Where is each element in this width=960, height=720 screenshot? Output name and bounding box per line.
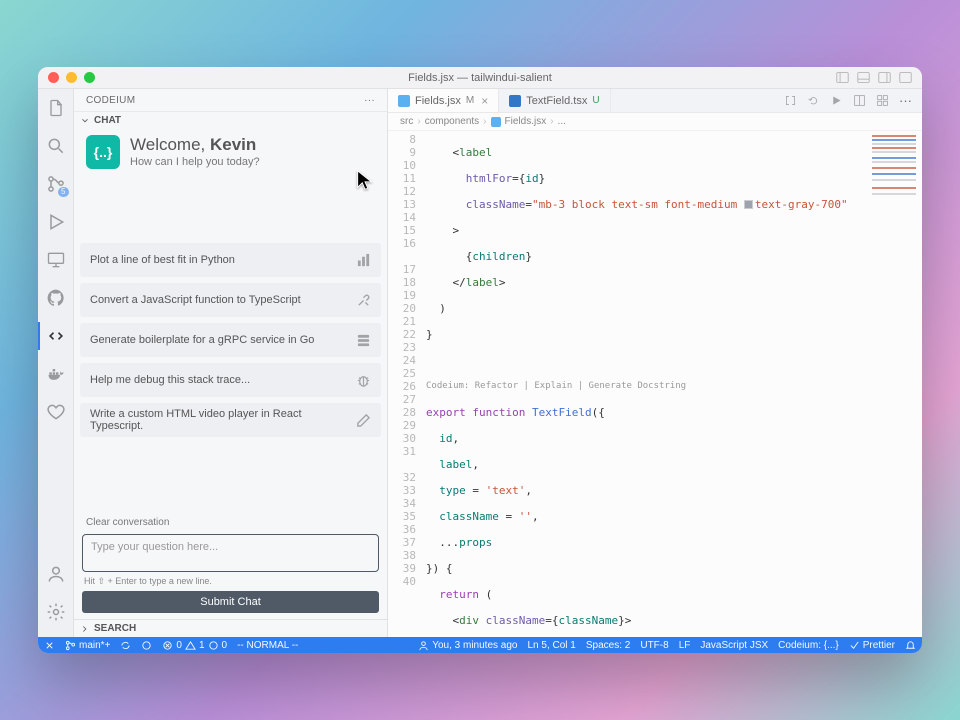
code-editor[interactable]: 8910111213141516 17181920212223242526272… (388, 131, 922, 637)
pencil-icon (356, 413, 371, 428)
panel-left-icon[interactable] (836, 71, 849, 84)
react-file-icon (491, 117, 501, 127)
search-section-label[interactable]: SEARCH (94, 623, 136, 634)
ts-file-icon (509, 95, 521, 107)
clear-conversation-link[interactable]: Clear conversation (74, 517, 387, 534)
window-title: Fields.jsx — tailwindui-salient (38, 72, 922, 84)
chat-input[interactable]: Type your question here... (82, 534, 379, 572)
activity-bar: 5 (38, 89, 74, 637)
vim-mode: -- NORMAL -- (237, 640, 298, 651)
bug-icon (356, 373, 371, 388)
split-editor-icon[interactable] (853, 94, 866, 107)
codeium-sidebar: CODEIUM ··· CHAT {..} Welcome, Kevin How… (74, 89, 388, 637)
cursor-position[interactable]: Ln 5, Col 1 (527, 640, 575, 651)
suggestion-item[interactable]: Generate boilerplate for a gRPC service … (80, 323, 381, 357)
suggestion-item[interactable]: Write a custom HTML video player in Reac… (80, 403, 381, 437)
source-control-icon[interactable]: 5 (45, 173, 67, 195)
code-content[interactable]: <label htmlFor={id} className="mb-3 bloc… (424, 131, 922, 637)
editor-tabs: Fields.jsx M × TextField.tsx U ··· (388, 89, 922, 113)
github-icon[interactable] (45, 287, 67, 309)
suggestion-item[interactable]: Help me debug this stack trace... (80, 363, 381, 397)
more-icon[interactable]: ··· (364, 95, 375, 106)
more-icon[interactable]: ··· (899, 93, 912, 108)
chat-hint: Hit ⇧ + Enter to type a new line. (74, 572, 387, 591)
panel-right-icon[interactable] (878, 71, 891, 84)
breadcrumb[interactable]: src› components› Fields.jsx› ... (388, 113, 922, 131)
run-icon[interactable] (830, 94, 843, 107)
vscode-window: Fields.jsx — tailwindui-salient 5 (38, 67, 922, 653)
layout-icon[interactable] (899, 71, 912, 84)
explorer-icon[interactable] (45, 97, 67, 119)
welcome-heading: Welcome, Kevin (130, 135, 260, 155)
settings-gear-icon[interactable] (45, 601, 67, 623)
suggestion-item[interactable]: Plot a line of best fit in Python (80, 243, 381, 277)
close-tab-icon[interactable]: × (481, 94, 488, 108)
codeium-icon[interactable] (45, 325, 67, 347)
tab-textfield-tsx[interactable]: TextField.tsx U (499, 89, 610, 112)
prettier-status[interactable]: Prettier (849, 640, 895, 651)
account-icon[interactable] (45, 563, 67, 585)
remote-icon[interactable] (45, 249, 67, 271)
search-icon[interactable] (45, 135, 67, 157)
status-bar: main*+ 0 1 0 -- NORMAL -- You, 3 minutes… (38, 637, 922, 653)
remote-indicator[interactable] (44, 640, 55, 651)
react-file-icon (398, 95, 410, 107)
grid-icon[interactable] (876, 94, 889, 107)
chat-section-label[interactable]: CHAT (94, 115, 121, 126)
indent[interactable]: Spaces: 2 (586, 640, 630, 651)
sidebar-title: CODEIUM (86, 95, 135, 106)
chevron-down-icon[interactable] (80, 116, 90, 126)
favorites-icon[interactable] (45, 401, 67, 423)
notifications-icon[interactable] (905, 640, 916, 651)
codeium-status[interactable]: Codeium: {...} (778, 640, 839, 651)
chart-icon (356, 253, 371, 268)
editor-group: Fields.jsx M × TextField.tsx U ··· (388, 89, 922, 637)
revert-icon[interactable] (807, 94, 820, 107)
submit-chat-button[interactable]: Submit Chat (82, 591, 379, 613)
welcome-block: {..} Welcome, Kevin How can I help you t… (74, 129, 387, 177)
titlebar: Fields.jsx — tailwindui-salient (38, 67, 922, 89)
server-icon (356, 333, 371, 348)
chevron-right-icon[interactable] (80, 624, 90, 634)
git-branch[interactable]: main*+ (65, 640, 110, 651)
git-blame[interactable]: You, 3 minutes ago (418, 640, 517, 651)
suggestion-list: Plot a line of best fit in Python Conver… (74, 243, 387, 443)
encoding[interactable]: UTF-8 (640, 640, 668, 651)
welcome-subtitle: How can I help you today? (130, 156, 260, 168)
minimap[interactable] (866, 131, 922, 637)
docker-icon[interactable] (45, 363, 67, 385)
codeium-logo-icon: {..} (86, 135, 120, 169)
problems[interactable]: 0 1 0 (162, 640, 227, 651)
suggestion-item[interactable]: Convert a JavaScript function to TypeScr… (80, 283, 381, 317)
tab-fields-jsx[interactable]: Fields.jsx M × (388, 89, 499, 112)
code-lens[interactable]: Codeium: Refactor | Explain | Generate D… (426, 380, 922, 393)
live-share-icon[interactable] (141, 640, 152, 651)
scm-badge: 5 (58, 187, 68, 197)
compare-icon[interactable] (784, 94, 797, 107)
sync-icon[interactable] (120, 640, 131, 651)
panel-bottom-icon[interactable] (857, 71, 870, 84)
run-debug-icon[interactable] (45, 211, 67, 233)
eol[interactable]: LF (679, 640, 691, 651)
line-gutter: 8910111213141516 17181920212223242526272… (388, 131, 424, 637)
language-mode[interactable]: JavaScript JSX (700, 640, 768, 651)
tools-icon (356, 293, 371, 308)
